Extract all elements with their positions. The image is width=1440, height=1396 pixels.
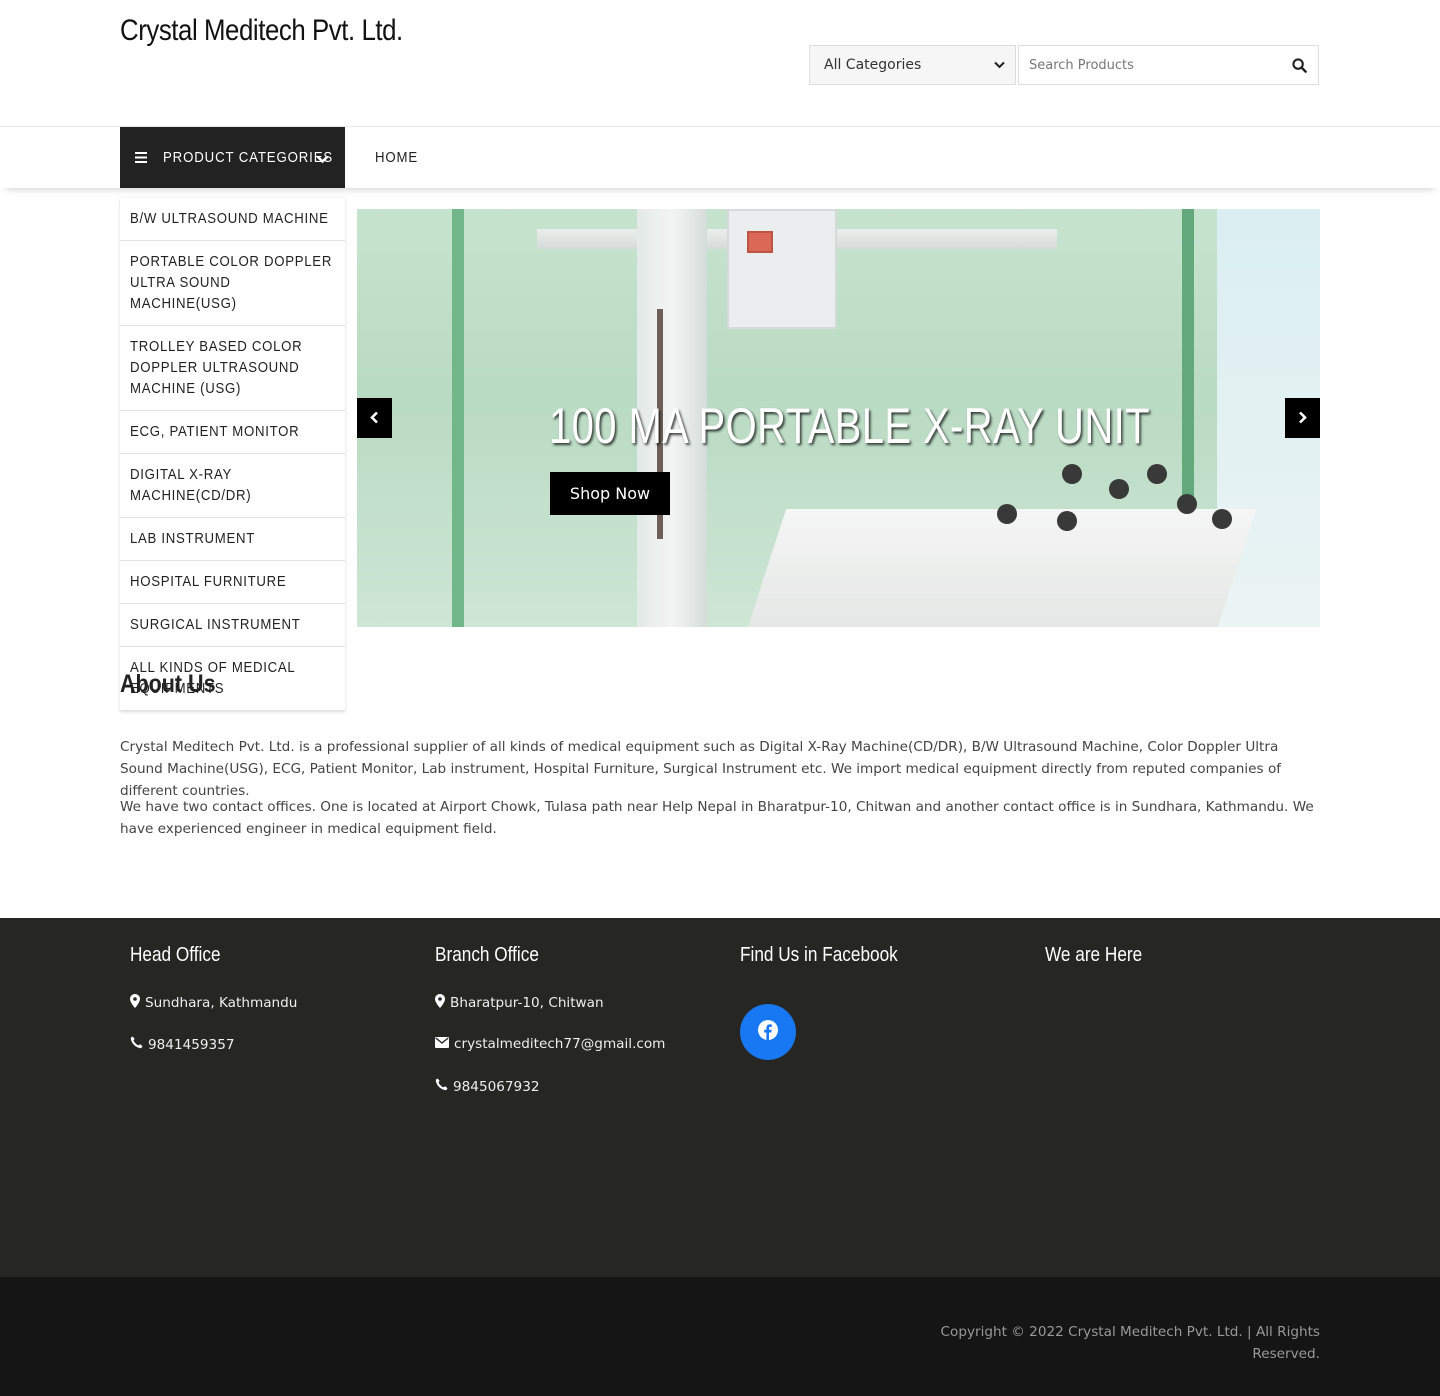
category-select-value: All Categories bbox=[824, 57, 922, 73]
phone-icon bbox=[130, 1036, 148, 1053]
category-item[interactable]: Surgical Instrument bbox=[120, 604, 345, 647]
menu-icon bbox=[135, 148, 147, 167]
product-categories-label: Product Categories bbox=[163, 149, 334, 166]
search-icon[interactable] bbox=[1290, 56, 1308, 74]
chevron-left-icon bbox=[370, 409, 379, 428]
about-paragraph: We have two contact offices. One is loca… bbox=[120, 799, 1314, 837]
hero-slider: 100 MA PORTABLE X-RAY UNIT Shop Now bbox=[357, 209, 1320, 627]
slider-next-button[interactable] bbox=[1285, 398, 1320, 438]
copyright-text: Copyright © 2022 Crystal Meditech Pvt. L… bbox=[940, 1324, 1320, 1362]
category-select[interactable]: All Categories bbox=[809, 45, 1016, 85]
branch-office-address: Bharatpur-10, Chitwan bbox=[435, 994, 604, 1012]
nav-home-link[interactable]: Home bbox=[375, 149, 418, 166]
head-office-address: Sundhara, Kathmandu bbox=[130, 994, 297, 1012]
facebook-link[interactable] bbox=[740, 1004, 796, 1060]
about-title: About Us bbox=[120, 670, 216, 698]
site-title[interactable]: Crystal Meditech Pvt. Ltd. bbox=[120, 14, 403, 48]
category-item[interactable]: B/W Ultrasound Machine bbox=[120, 198, 345, 241]
category-item[interactable]: Trolley Based Color Doppler Ultrasound M… bbox=[120, 326, 345, 411]
bottom-bar: Copyright © 2022 Crystal Meditech Pvt. L… bbox=[0, 1277, 1440, 1396]
map-marker-icon bbox=[130, 994, 145, 1012]
category-item[interactable]: Portable Color Doppler Ultra Sound Machi… bbox=[120, 241, 345, 326]
category-item[interactable]: Lab Instrument bbox=[120, 518, 345, 561]
branch-office-phone: 9845067932 bbox=[435, 1078, 540, 1095]
map-title: We are Here bbox=[1045, 944, 1143, 966]
facebook-icon bbox=[758, 1020, 778, 1044]
slider-prev-button[interactable] bbox=[357, 398, 392, 438]
shop-now-button[interactable]: Shop Now bbox=[550, 472, 670, 515]
phone-icon bbox=[435, 1078, 453, 1095]
category-item[interactable]: Digital X-Ray Machine(CD/DR) bbox=[120, 454, 345, 518]
branch-office-title: Branch Office bbox=[435, 944, 539, 966]
search-input[interactable] bbox=[1029, 57, 1290, 73]
site-footer: Head Office Sundhara, Kathmandu 98414593… bbox=[0, 918, 1440, 1277]
chevron-right-icon bbox=[1298, 409, 1307, 428]
facebook-title: Find Us in Facebook bbox=[740, 944, 898, 966]
head-office-title: Head Office bbox=[130, 944, 221, 966]
chevron-down-icon bbox=[994, 58, 1005, 72]
category-list: B/W Ultrasound Machine Portable Color Do… bbox=[120, 198, 345, 711]
map-marker-icon bbox=[435, 994, 450, 1012]
main-navbar: Product Categories Home bbox=[0, 126, 1440, 188]
branch-office-email[interactable]: crystalmeditech77@gmail.com bbox=[435, 1036, 665, 1052]
envelope-icon bbox=[435, 1036, 454, 1052]
about-paragraph: Crystal Meditech Pvt. Ltd. is a professi… bbox=[120, 739, 1282, 799]
category-item[interactable]: ECG, Patient Monitor bbox=[120, 411, 345, 454]
search-box bbox=[1018, 45, 1319, 85]
product-categories-toggle[interactable]: Product Categories bbox=[120, 127, 345, 188]
slide-title: 100 MA PORTABLE X-RAY UNIT bbox=[549, 398, 1150, 454]
chevron-down-icon bbox=[316, 149, 329, 168]
category-item[interactable]: Hospital Furniture bbox=[120, 561, 345, 604]
head-office-phone: 9841459357 bbox=[130, 1036, 235, 1053]
